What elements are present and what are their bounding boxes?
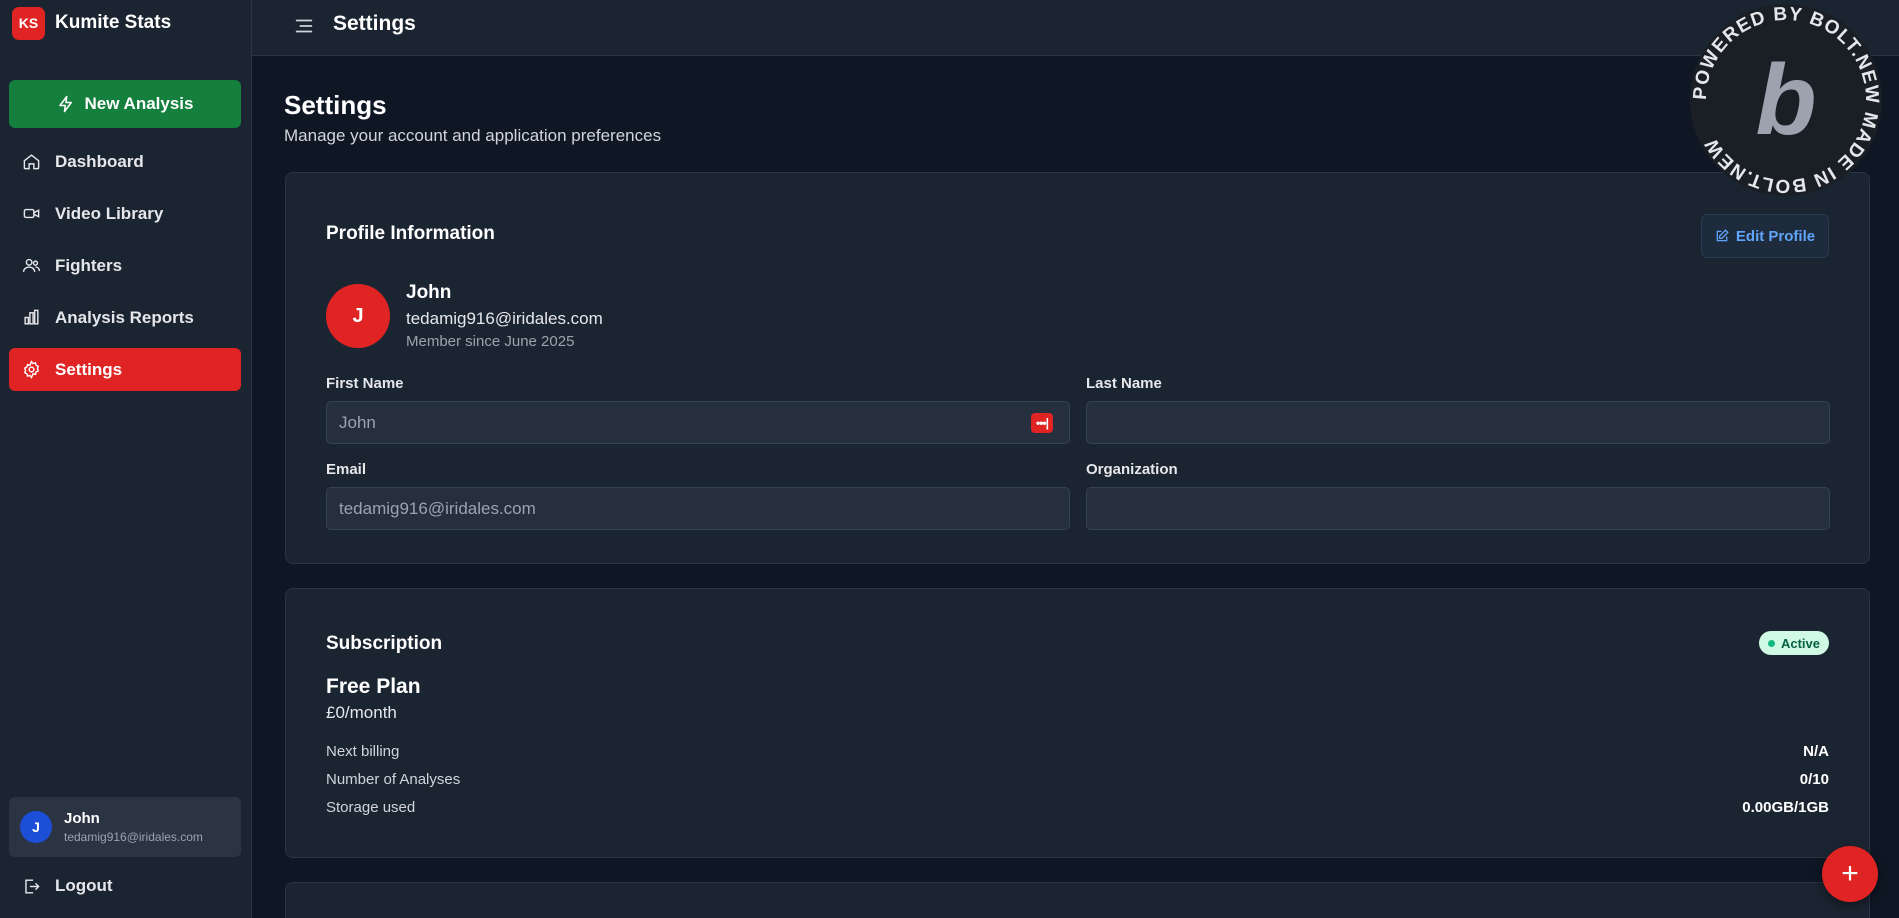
avatar: J [20,811,52,843]
brand-name: Kumite Stats [55,12,172,33]
user-card[interactable]: J John tedamig916@iridales.com [9,797,241,857]
row-label: Storage used [326,799,416,816]
bar-chart-icon [24,309,39,325]
sidebar-item-label: Dashboard [55,151,144,171]
row-value: N/A [1803,743,1829,760]
email-value: tedamig916@iridales.com [339,498,536,518]
plan-price: £0/month [326,703,397,722]
profile-email: tedamig916@iridales.com [406,309,603,328]
page-title: Settings [284,90,387,120]
users-icon [22,258,41,272]
main-content: Settings Manage your account and applica… [252,56,1899,918]
topbar: Settings [252,0,1899,56]
sidebar-item-fighters[interactable]: Fighters [9,244,241,287]
profile-avatar: J [326,284,390,348]
user-name: John [64,810,100,827]
topbar-title: Settings [333,12,416,35]
status-dot-icon [1767,639,1775,647]
last-name-field[interactable] [1086,401,1830,444]
gear-icon [23,360,40,379]
first-name-field[interactable]: John •••| [326,401,1070,444]
new-analysis-label: New Analysis [84,94,194,113]
sidebar-item-label: Video Library [55,203,164,223]
status-badge: Active [1758,631,1829,655]
sidebar-item-dashboard[interactable]: Dashboard [9,140,241,183]
subscription-card: Subscription Active Free Plan £0/month N… [285,588,1870,858]
sidebar-item-video-library[interactable]: Video Library [9,192,241,235]
app-root: KS Kumite Stats New Analysis Dashboard V… [0,0,1899,918]
organization-label: Organization [1086,461,1178,478]
profile-member-since: Member since June 2025 [406,333,575,350]
sidebar-item-label: Fighters [55,255,123,275]
subscription-row-storage: Storage used 0.00GB/1GB [326,799,1829,816]
row-value: 0.00GB/1GB [1742,799,1829,816]
next-card [285,882,1870,918]
user-info: John tedamig916@iridales.com [64,810,203,844]
first-name-label: First Name [326,375,404,392]
status-label: Active [1780,635,1820,651]
home-icon [23,154,40,170]
bolt-badge[interactable]: POWERED BY BOLT.NEW MADE IN BOLT.NEW b [1686,0,1886,200]
logout-button[interactable]: Logout [22,876,113,896]
last-name-label: Last Name [1086,375,1162,392]
organization-field[interactable] [1086,487,1830,530]
sidebar-item-settings[interactable]: Settings [9,348,241,391]
menu-toggle-icon[interactable] [293,15,315,37]
row-label: Number of Analyses [326,771,461,788]
add-fab-button[interactable]: + [1822,846,1878,902]
email-field[interactable]: tedamig916@iridales.com [326,487,1070,530]
profile-name: John [406,282,452,303]
email-label: Email [326,461,367,478]
logout-label: Logout [55,876,113,895]
row-label: Next billing [326,743,400,760]
row-value: 0/10 [1799,771,1829,788]
password-manager-icon[interactable]: •••| [1031,413,1053,433]
subscription-card-title: Subscription [326,633,443,654]
sidebar-item-analysis-reports[interactable]: Analysis Reports [9,296,241,339]
plan-name: Free Plan [326,675,421,698]
logout-icon [25,878,40,894]
edit-profile-label: Edit Profile [1735,227,1816,245]
sidebar-item-label: Analysis Reports [55,307,194,327]
first-name-value: John [339,412,376,432]
profile-card: Profile Information Edit Profile J John … [285,172,1870,564]
subscription-row-next-billing: Next billing N/A [326,743,1829,760]
edit-profile-button[interactable]: Edit Profile [1701,214,1829,258]
sidebar-nav: Dashboard Video Library Fighters Analysi… [9,140,241,400]
subscription-row-analyses: Number of Analyses 0/10 [326,771,1829,788]
video-icon [23,208,40,219]
profile-card-title: Profile Information [326,223,495,244]
sidebar-item-label: Settings [55,359,123,379]
sidebar: KS Kumite Stats New Analysis Dashboard V… [0,0,252,918]
brand[interactable]: KS Kumite Stats [12,6,172,40]
brand-logo: KS [12,6,45,40]
lightning-icon [58,95,72,113]
user-email: tedamig916@iridales.com [64,830,203,844]
bolt-logo-icon: b [1755,44,1816,156]
page-subtitle: Manage your account and application pref… [284,126,662,145]
edit-icon [1716,229,1729,242]
new-analysis-button[interactable]: New Analysis [9,80,241,128]
